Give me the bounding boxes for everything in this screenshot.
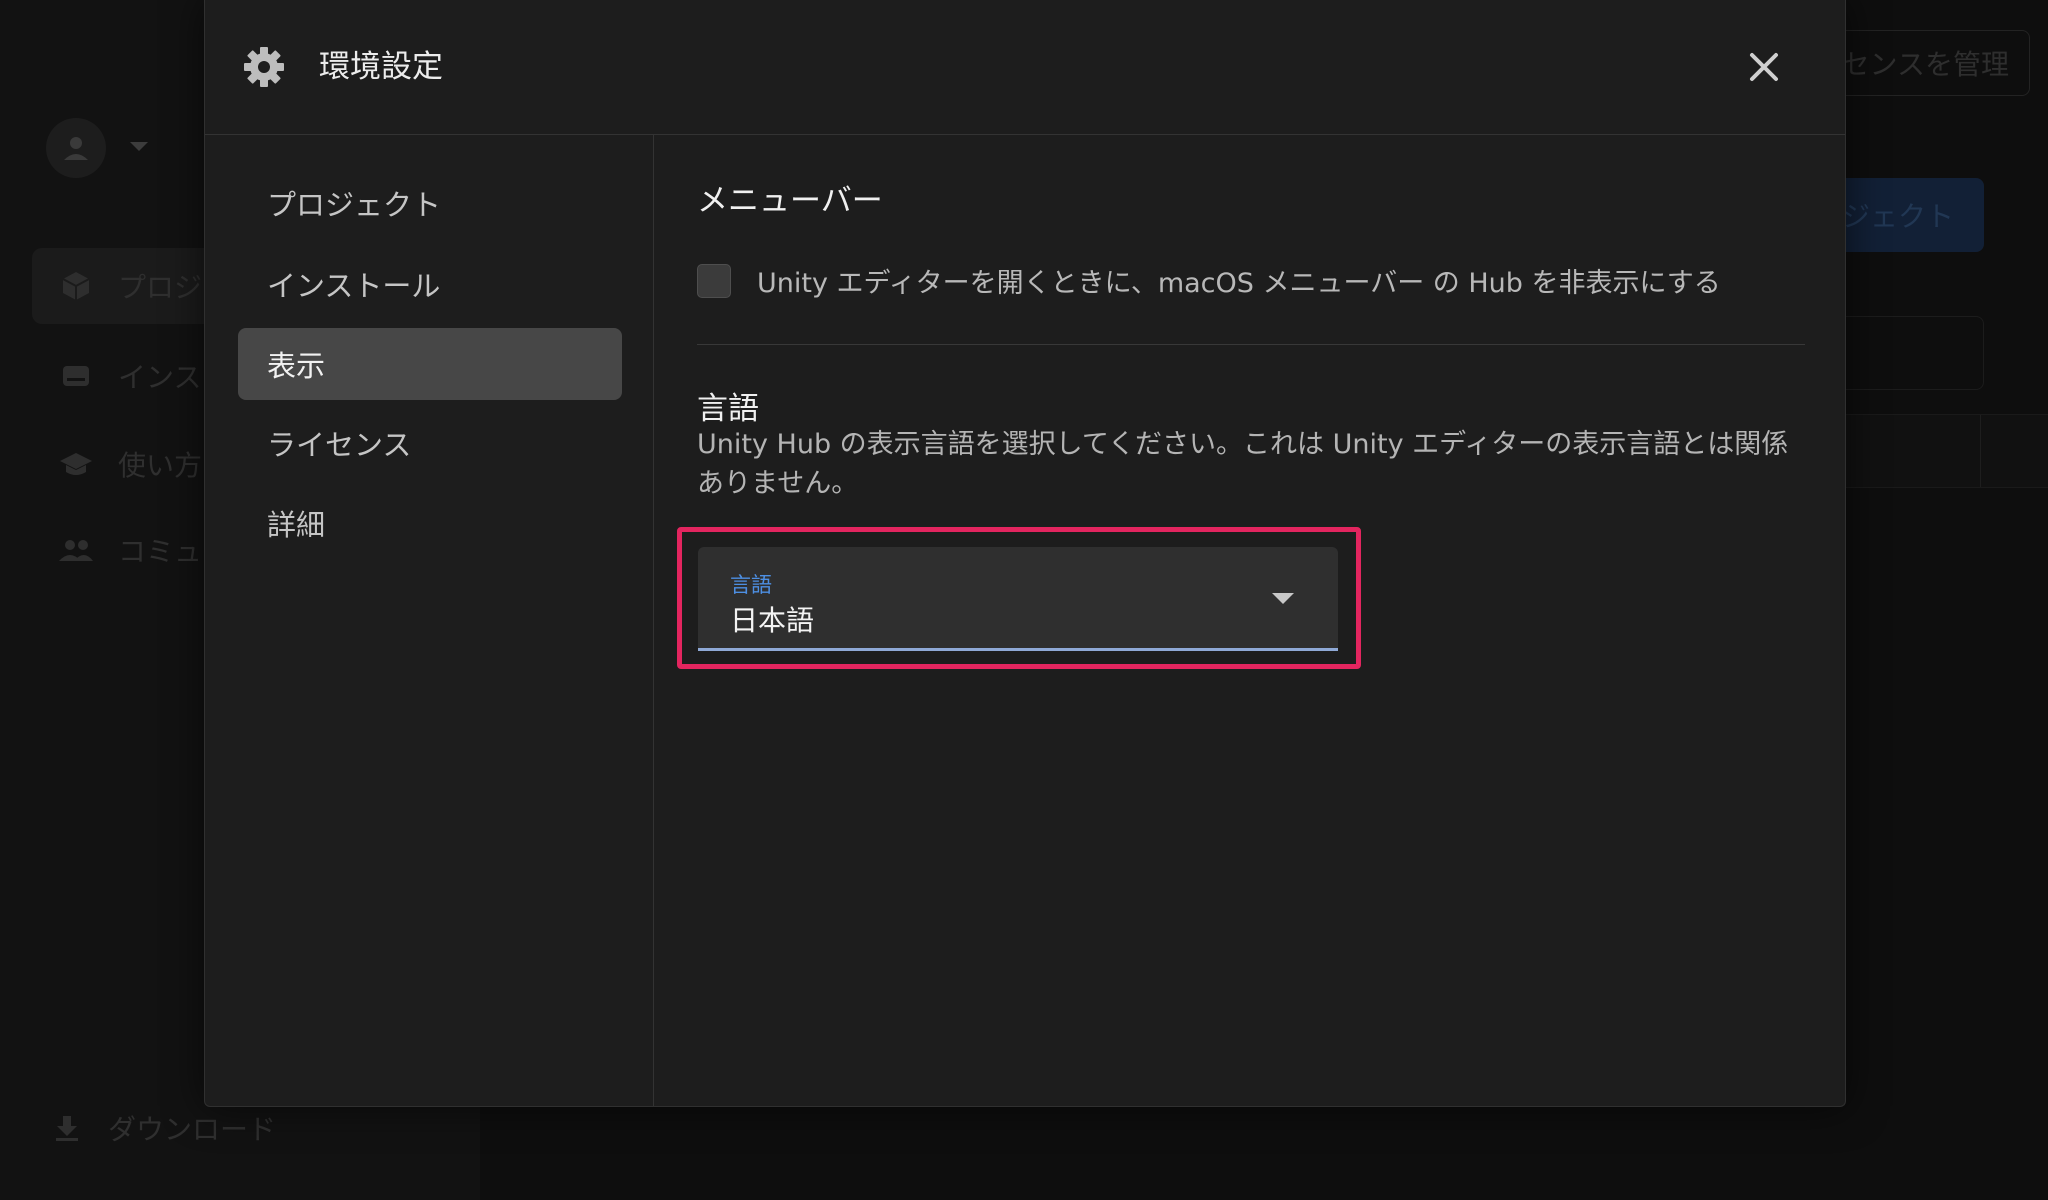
people-icon <box>56 537 96 563</box>
menubar-section-title: メニューバー <box>697 183 883 219</box>
language-select[interactable]: 言語 日本語 <box>698 547 1338 651</box>
graduation-cap-icon <box>56 450 96 478</box>
bg-nav-label: コミュ <box>118 535 203 568</box>
gear-icon <box>244 47 284 87</box>
preferences-dialog: 環境設定 プロジェクト インストール 表示 ライセンス 詳細 メニューバー Un… <box>204 0 1846 1107</box>
nav-item-advanced[interactable]: 詳細 <box>238 487 622 559</box>
dropdown-caret-icon[interactable] <box>1272 593 1294 604</box>
nav-item-installs[interactable]: インストール <box>238 248 622 320</box>
section-divider <box>697 344 1805 345</box>
bg-download-link[interactable]: ダウンロード <box>52 1108 276 1148</box>
avatar[interactable] <box>46 118 106 178</box>
hide-hub-menubar-option[interactable]: Unity エディターを開くときに、macOS メニューバー の Hub を非表… <box>697 261 1721 300</box>
chevron-down-icon[interactable] <box>130 142 148 151</box>
bg-nav-label: インス <box>118 361 202 394</box>
download-icon <box>56 1116 78 1141</box>
nav-item-appearance[interactable]: 表示 <box>238 328 622 400</box>
language-description: Unity Hub の表示言語を選択してください。これは Unity エディター… <box>697 429 1789 499</box>
language-select-label: 言語 <box>730 573 772 597</box>
preferences-nav: プロジェクト インストール 表示 ライセンス 詳細 <box>205 135 654 1106</box>
user-icon <box>64 137 88 160</box>
preferences-content: メニューバー Unity エディターを開くときに、macOS メニューバー の … <box>654 135 1844 1106</box>
dialog-header: 環境設定 <box>205 0 1845 135</box>
hide-hub-menubar-checkbox[interactable] <box>697 263 731 298</box>
dialog-title: 環境設定 <box>319 49 443 85</box>
bg-nav-label: 使い方 <box>118 449 203 482</box>
nav-item-projects[interactable]: プロジェクト <box>238 167 622 239</box>
hide-hub-menubar-label[interactable]: Unity エディターを開くときに、macOS メニューバー の Hub を非表… <box>757 261 1721 300</box>
close-icon[interactable] <box>1745 48 1783 86</box>
nav-item-licenses[interactable]: ライセンス <box>238 407 622 479</box>
language-section-title: 言語 <box>697 391 759 427</box>
drive-icon <box>56 362 96 390</box>
language-select-value: 日本語 <box>730 604 815 637</box>
cube-icon <box>56 270 96 302</box>
unity-hub-window: プロジ インス 使い方 コミュ ダウンロード センスを管理 ジェクト 環境設定 … <box>0 0 2048 1200</box>
bg-nav-label: プロジ <box>118 271 203 304</box>
bg-download-label: ダウンロード <box>108 1113 277 1146</box>
